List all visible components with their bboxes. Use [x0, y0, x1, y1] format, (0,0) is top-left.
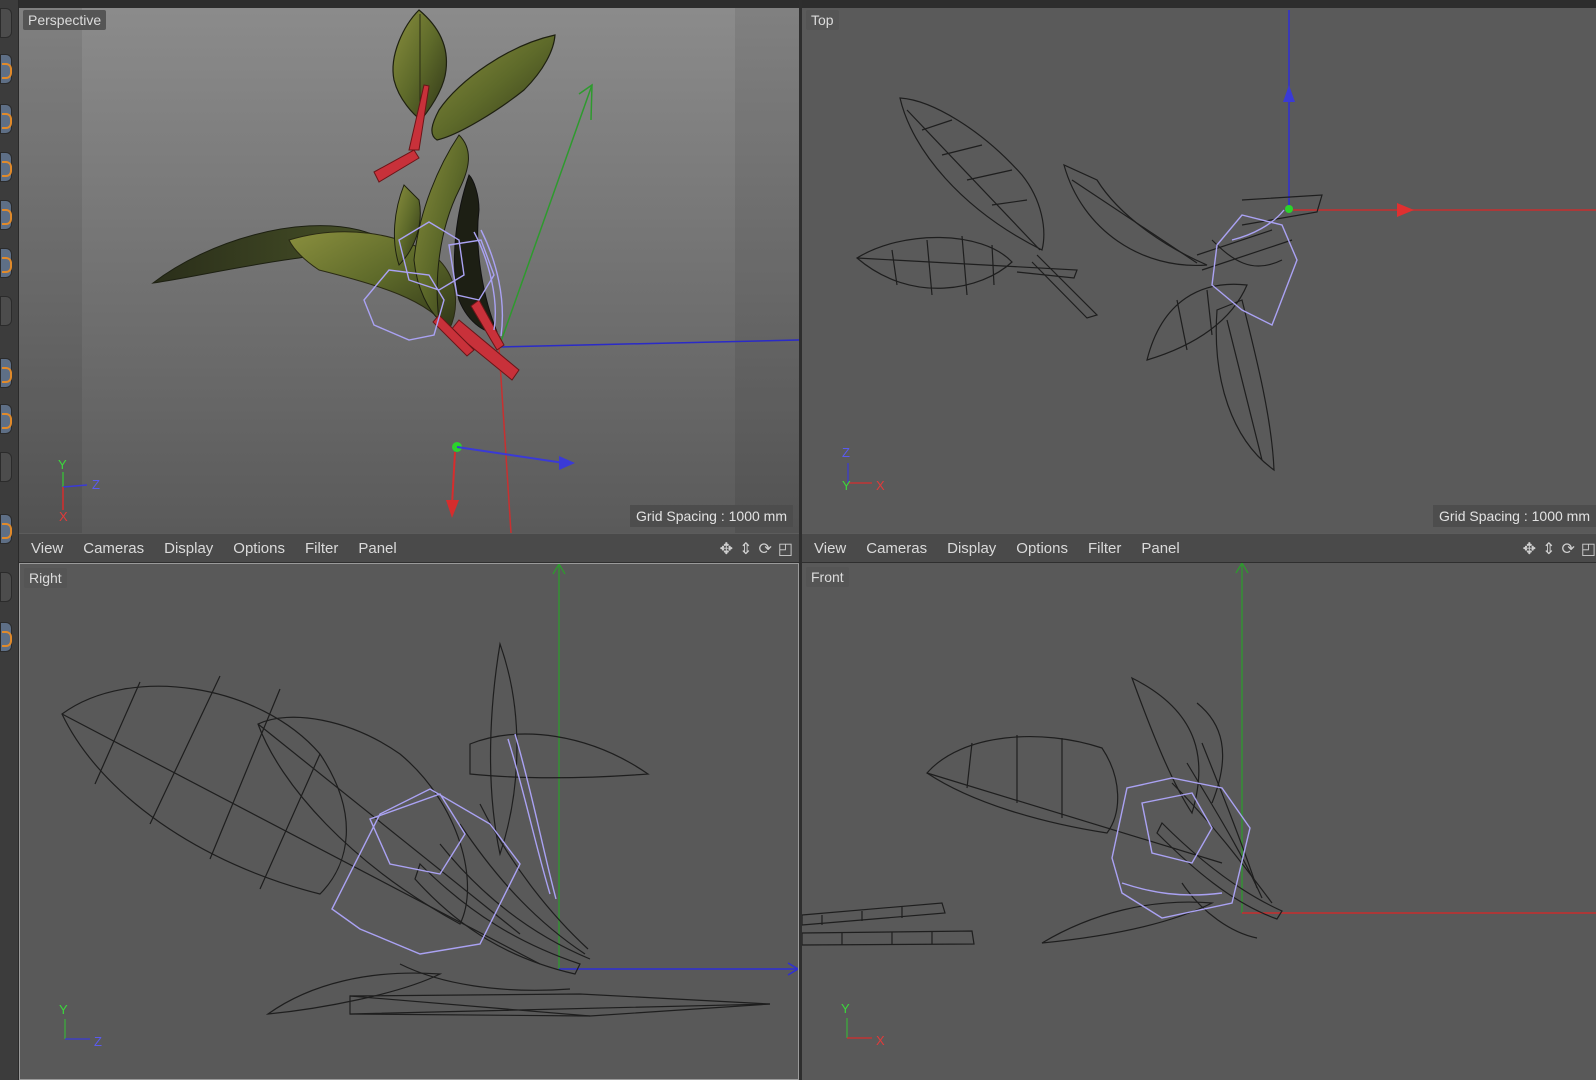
wireframe-leaves	[802, 676, 1283, 946]
material-tool-icon[interactable]	[0, 514, 12, 544]
move-icon[interactable]: ✥	[720, 539, 733, 559]
spline-tool-icon[interactable]	[0, 152, 12, 182]
right-view-menubar: View Cameras Display Options Filter Pane…	[19, 533, 799, 563]
menu-cameras[interactable]: Cameras	[83, 540, 144, 557]
axis-z-label: Z	[94, 1034, 102, 1049]
axis-y-label: Y	[842, 478, 851, 493]
perspective-scene[interactable]: Y Z X	[19, 0, 799, 533]
viewport-label[interactable]: Front	[806, 567, 849, 587]
menu-options[interactable]: Options	[1016, 540, 1068, 557]
menu-cameras[interactable]: Cameras	[866, 540, 927, 557]
wireframe-leaves	[61, 641, 771, 1017]
cube-tool-icon[interactable]	[0, 54, 12, 84]
right-scene[interactable]: Y Z	[20, 564, 798, 1079]
menu-panel[interactable]: Panel	[1141, 540, 1179, 557]
pivot-icon[interactable]	[1285, 205, 1293, 213]
viewport-label[interactable]: Right	[24, 568, 67, 588]
menu-display[interactable]: Display	[164, 540, 213, 557]
up-down-icon[interactable]: ⇕	[1542, 539, 1555, 559]
front-view-menubar: View Cameras Display Options Filter Pane…	[802, 533, 1596, 563]
rotate-icon[interactable]: ⟳	[758, 539, 771, 559]
rotate-icon[interactable]: ⟳	[1561, 539, 1574, 559]
wireframe-leaves	[855, 97, 1323, 472]
deformer-tool-icon[interactable]	[0, 248, 12, 278]
maximize-icon[interactable]: ◰	[778, 539, 793, 559]
nurbs-tool-icon[interactable]	[0, 200, 12, 230]
axis-y-label: Y	[841, 1001, 850, 1016]
maximize-icon[interactable]: ◰	[1581, 539, 1596, 559]
axis-y-label: Y	[59, 1002, 68, 1017]
axis-x-label: X	[59, 509, 68, 524]
scene-tool-icon[interactable]	[0, 296, 12, 326]
camera-tool-icon[interactable]	[0, 358, 12, 388]
generator-tool-icon[interactable]	[0, 104, 12, 134]
viewport-label[interactable]: Top	[806, 10, 839, 30]
menu-display[interactable]: Display	[947, 540, 996, 557]
top-viewport[interactable]: Z Y X Top Grid Spacing : 1000 mm	[802, 0, 1596, 533]
menu-filter[interactable]: Filter	[305, 540, 338, 557]
axis-x-label: X	[876, 478, 885, 493]
menu-view[interactable]: View	[31, 540, 63, 557]
grid-spacing-label: Grid Spacing : 1000 mm	[630, 505, 793, 527]
render-tool-icon[interactable]	[0, 622, 12, 652]
sculpt-tool-icon[interactable]	[0, 572, 12, 602]
selection-cage	[331, 733, 557, 955]
grid-spacing-label: Grid Spacing : 1000 mm	[1433, 505, 1596, 527]
axis-z-label: Z	[92, 477, 100, 492]
front-viewport[interactable]: Y X Front	[802, 563, 1596, 1080]
menu-options[interactable]: Options	[233, 540, 285, 557]
light-tool-icon[interactable]	[0, 404, 12, 434]
axis-x-label: X	[876, 1033, 885, 1048]
perspective-viewport[interactable]: Y Z X Perspective Grid Spacing : 1000 mm	[19, 0, 799, 533]
axis-z-label: Z	[842, 445, 850, 460]
move-icon[interactable]: ✥	[1523, 539, 1536, 559]
menu-panel[interactable]: Panel	[358, 540, 396, 557]
menu-view[interactable]: View	[814, 540, 846, 557]
viewport-label[interactable]: Perspective	[23, 10, 107, 30]
front-scene[interactable]: Y X	[802, 563, 1596, 1080]
up-down-icon[interactable]: ⇕	[739, 539, 752, 559]
selection-cage	[1211, 209, 1298, 326]
sphere-tool-icon[interactable]	[0, 452, 12, 482]
top-scene[interactable]: Z Y X	[802, 0, 1596, 533]
menu-filter[interactable]: Filter	[1088, 540, 1121, 557]
axis-y-label: Y	[58, 457, 67, 472]
left-toolbar	[0, 0, 19, 1080]
tool-icon[interactable]	[0, 8, 12, 38]
right-viewport[interactable]: Y Z Right	[19, 563, 799, 1080]
